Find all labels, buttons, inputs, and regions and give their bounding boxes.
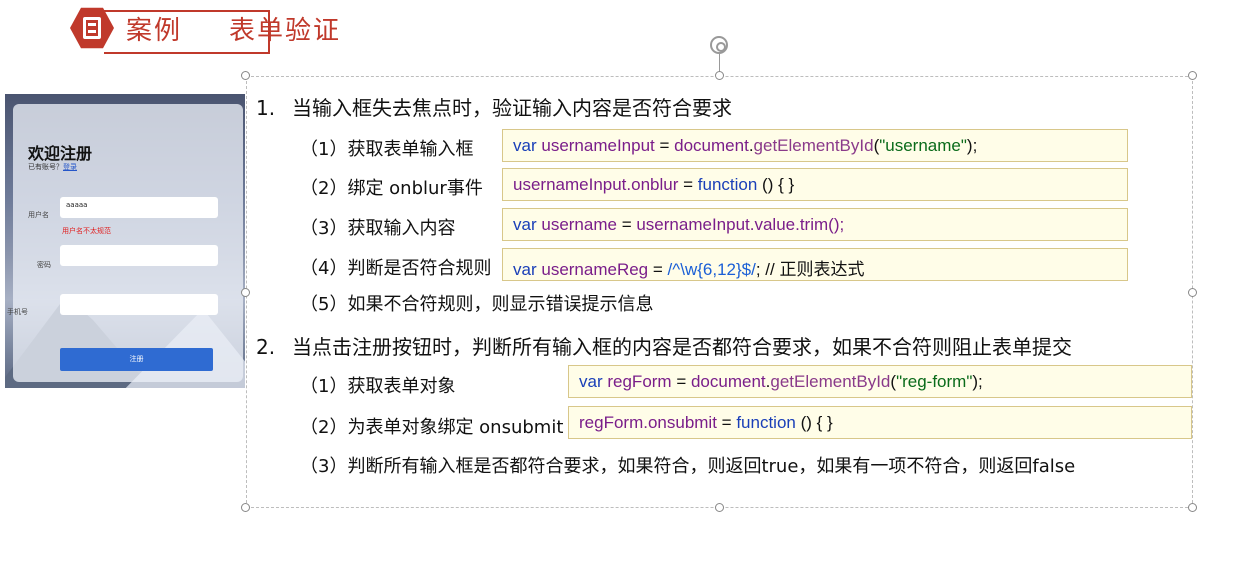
code-token: var (579, 372, 603, 391)
username-field[interactable]: aaaaa (60, 197, 218, 218)
code-token: = (716, 413, 737, 432)
code-token: ); (972, 372, 983, 391)
item-number: 2. (256, 335, 276, 359)
step-2-2: （2）为表单对象绑定 onsubmit (300, 417, 564, 438)
code-token: document (674, 136, 749, 155)
phone-field[interactable] (60, 294, 218, 315)
code-token: "username" (879, 136, 967, 155)
registration-screenshot: 欢迎注册 已有账号？登录 用户名 aaaaa 用户名不太规范 密码 手机号 注册 (5, 94, 245, 388)
resize-handle-bottom[interactable] (715, 503, 724, 512)
item-text: 当输入框失去焦点时，验证输入内容是否符合要求 (292, 96, 732, 120)
code-token: .value.trim(); (749, 215, 845, 234)
code-token: .onsubmit (643, 413, 717, 432)
code-token: username (541, 215, 617, 234)
main-item-2: 2. 当点击注册按钮时，判断所有输入框的内容是否都符合要求，如果不合符则阻止表单提… (256, 331, 1072, 360)
phone-label: 手机号 (7, 308, 28, 316)
username-error: 用户名不太规范 (62, 227, 111, 235)
code-token: usernameReg (541, 260, 649, 279)
code-regex: var usernameReg = /^\w{6,12}$/; // 正则表达式 (502, 248, 1128, 281)
resize-handle-top-right[interactable] (1188, 71, 1197, 80)
code-get-form: var regForm = document.getElementById("r… (568, 365, 1192, 398)
code-token: = (654, 136, 675, 155)
item-text: 当点击注册按钮时，判断所有输入框的内容是否都符合要求，如果不合符则阻止表单提交 (292, 335, 1072, 359)
code-token: var (513, 215, 537, 234)
slide-title: 表单验证 (229, 16, 342, 46)
step-2-3: （3）判断所有输入框是否都符合要求，如果符合，则返回true，如果有一项不符合，… (300, 456, 1076, 477)
code-token: usernameInput (513, 175, 627, 194)
code-token: getElementById (770, 372, 891, 391)
step-1-3: （3）获取输入内容 (300, 218, 456, 239)
item-number: 1. (256, 96, 276, 120)
code-token: () { } (795, 413, 833, 432)
main-item-1: 1. 当输入框失去焦点时，验证输入内容是否符合要求 (256, 92, 732, 121)
login-link[interactable]: 登录 (63, 163, 77, 171)
register-subtitle: 已有账号？登录 (28, 162, 77, 172)
code-token: var (513, 260, 537, 279)
step-1-4: （4）判断是否符合规则 (300, 258, 492, 279)
resize-handle-left[interactable] (241, 288, 250, 297)
register-button[interactable]: 注册 (60, 348, 213, 371)
step-1-2: （2）绑定 onblur事件 (300, 178, 483, 199)
step-1-5: （5）如果不合符规则，则显示错误提示信息 (300, 294, 654, 315)
username-label: 用户名 (28, 211, 49, 219)
code-token: "reg-form" (896, 372, 973, 391)
code-token: regForm (607, 372, 672, 391)
code-token: () { } (757, 175, 795, 194)
code-onblur: usernameInput.onblur = function () { } (502, 168, 1128, 201)
code-token: getElementById (753, 136, 874, 155)
code-token: regForm (579, 413, 644, 432)
code-token: usernameInput (636, 215, 750, 234)
rotate-handle-icon[interactable] (710, 36, 728, 54)
register-title: 欢迎注册 (28, 144, 93, 163)
code-token: usernameInput (541, 136, 655, 155)
resize-handle-top-left[interactable] (241, 71, 250, 80)
step-1-1: （1）获取表单输入框 (300, 139, 474, 160)
resize-handle-top[interactable] (715, 71, 724, 80)
code-token: = (616, 215, 637, 234)
code-token: var (513, 136, 537, 155)
code-onsubmit: regForm.onsubmit = function () { } (568, 406, 1192, 439)
code-token: function (736, 413, 796, 432)
code-token: /^\w{6,12}$/ (667, 260, 756, 279)
subtitle-text: 已有账号？ (28, 163, 63, 171)
code-token: ; // 正则表达式 (755, 260, 865, 279)
code-token: function (697, 175, 758, 194)
code-token: = (648, 260, 668, 279)
code-get-input: var usernameInput = document.getElementB… (502, 129, 1128, 162)
code-token: document (690, 372, 766, 391)
code-token: ); (966, 136, 978, 155)
code-token: = (678, 175, 698, 194)
code-token: .onblur (626, 175, 679, 194)
password-label: 密码 (37, 261, 51, 269)
resize-handle-bottom-right[interactable] (1188, 503, 1197, 512)
code-get-value: var username = usernameInput.value.trim(… (502, 208, 1128, 241)
badge-label: 案例 (126, 16, 183, 46)
password-field[interactable] (60, 245, 218, 266)
resize-handle-right[interactable] (1188, 288, 1197, 297)
code-token: = (671, 372, 691, 391)
step-2-1: （1）获取表单对象 (300, 376, 456, 397)
resize-handle-bottom-left[interactable] (241, 503, 250, 512)
